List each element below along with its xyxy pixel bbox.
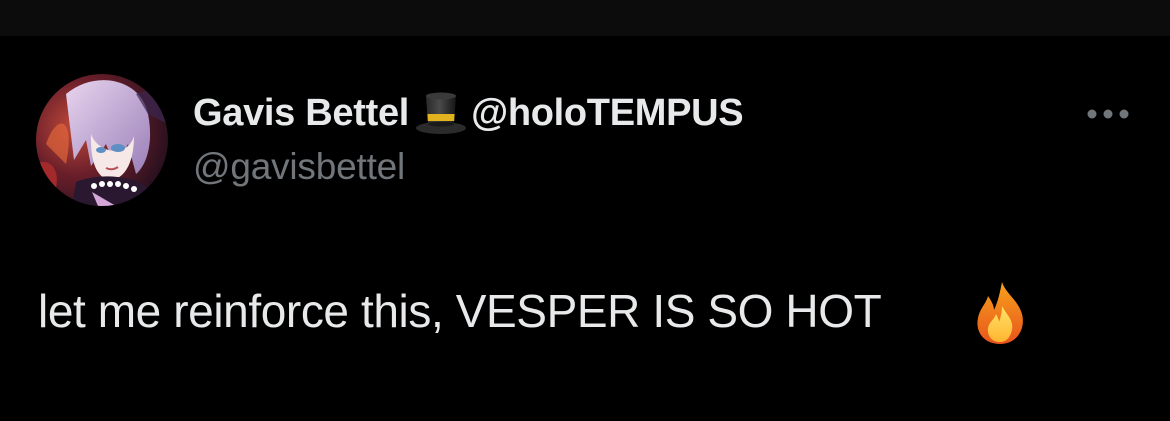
author-handle[interactable]: @gavisbettel xyxy=(193,146,405,188)
status-bar-strip xyxy=(0,0,1170,36)
fire-emoji-icon xyxy=(972,280,1028,346)
top-hat-emoji-icon xyxy=(413,90,469,136)
more-dots-icon xyxy=(1087,109,1129,119)
author-name-line[interactable]: Gavis Bettel @holoTEMPUS xyxy=(193,90,744,136)
author-display-name[interactable]: Gavis Bettel xyxy=(193,92,409,135)
author-name-suffix: @holoTEMPUS xyxy=(471,91,744,134)
tweet-card[interactable]: Gavis Bettel @holoTEMPUS @gavisbettel le… xyxy=(0,36,1170,421)
tweet-text: let me reinforce this, VESPER IS SO HOT xyxy=(38,285,882,337)
more-options-button[interactable] xyxy=(1080,96,1136,132)
avatar[interactable] xyxy=(36,74,168,206)
avatar-image xyxy=(36,74,168,206)
